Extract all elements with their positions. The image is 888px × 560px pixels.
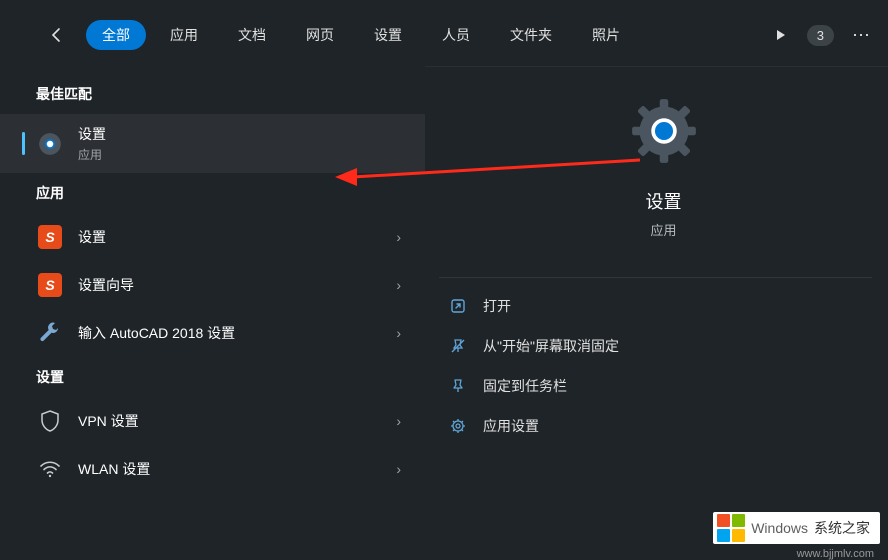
result-title: WLAN 设置 <box>78 459 396 479</box>
settings-result-row[interactable]: WLAN 设置 › <box>0 445 425 493</box>
gear-icon <box>447 415 469 437</box>
tabs-right-controls: 3 ⋯ <box>769 23 874 47</box>
tab-folders[interactable]: 文件夹 <box>494 20 568 50</box>
wrench-icon <box>36 319 64 347</box>
action-pin-taskbar[interactable]: 固定到任务栏 <box>439 366 888 406</box>
result-subtitle: 应用 <box>78 146 411 163</box>
pin-icon <box>447 375 469 397</box>
more-button[interactable]: ⋯ <box>848 25 874 46</box>
preview-hero: 设置 应用 <box>439 87 888 265</box>
result-title: 设置 <box>78 227 396 247</box>
play-icon <box>775 29 787 41</box>
tab-people[interactable]: 人员 <box>426 20 486 50</box>
settings-result-row[interactable]: VPN 设置 › <box>0 397 425 445</box>
preview-subtitle: 应用 <box>439 220 888 239</box>
app-result-row[interactable]: 输入 AutoCAD 2018 设置 › <box>0 309 425 357</box>
best-match-result[interactable]: 设置 应用 <box>0 114 425 173</box>
filter-tabs-row: 全部 应用 文档 网页 设置 人员 文件夹 照片 3 ⋯ <box>0 12 888 66</box>
section-settings: 设置 <box>0 357 425 397</box>
content-columns: 最佳匹配 设置 应用 应用 S 设置 › S 设置向导 › <box>0 66 888 544</box>
chevron-right-icon: › <box>396 413 401 429</box>
preview-pane: 设置 应用 打开 从"开始"屏幕取消固定 固定到任务栏 <box>425 66 888 544</box>
windows-logo-icon <box>717 514 745 542</box>
watermark-suffix: 系统之家 <box>814 518 870 538</box>
sogou-icon: S <box>36 223 64 251</box>
sogou-icon: S <box>36 271 64 299</box>
watermark-url: www.bjjmlv.com <box>797 548 874 560</box>
action-label: 从"开始"屏幕取消固定 <box>483 336 619 356</box>
result-title: VPN 设置 <box>78 411 396 431</box>
results-list: 最佳匹配 设置 应用 应用 S 设置 › S 设置向导 › <box>0 66 425 544</box>
chevron-right-icon: › <box>396 277 401 293</box>
watermark: Windows 系统之家 <box>713 512 880 544</box>
action-open[interactable]: 打开 <box>439 286 888 326</box>
app-result-row[interactable]: S 设置 › <box>0 213 425 261</box>
action-unpin-start[interactable]: 从"开始"屏幕取消固定 <box>439 326 888 366</box>
tab-all[interactable]: 全部 <box>86 20 146 50</box>
tab-apps[interactable]: 应用 <box>154 20 214 50</box>
result-title: 设置 <box>78 124 411 144</box>
ellipsis-icon: ⋯ <box>852 25 870 45</box>
back-button[interactable] <box>44 22 70 48</box>
action-label: 固定到任务栏 <box>483 376 567 396</box>
tab-photos[interactable]: 照片 <box>576 20 636 50</box>
arrow-left-icon <box>49 27 65 43</box>
open-icon <box>447 295 469 317</box>
action-app-settings[interactable]: 应用设置 <box>439 406 888 446</box>
watermark-brand: Windows <box>751 520 808 536</box>
section-best-match: 最佳匹配 <box>0 74 425 114</box>
tab-web[interactable]: 网页 <box>290 20 350 50</box>
gear-icon <box>630 97 698 165</box>
section-apps: 应用 <box>0 173 425 213</box>
wifi-icon <box>36 455 64 483</box>
gear-icon <box>36 130 64 158</box>
count-badge: 3 <box>807 25 834 46</box>
action-label: 应用设置 <box>483 416 539 436</box>
tab-settings[interactable]: 设置 <box>358 20 418 50</box>
search-results-panel: 全部 应用 文档 网页 设置 人员 文件夹 照片 3 ⋯ 最佳匹配 <box>0 0 888 548</box>
divider <box>439 277 872 278</box>
action-label: 打开 <box>483 296 511 316</box>
result-title: 输入 AutoCAD 2018 设置 <box>78 323 396 343</box>
preview-title: 设置 <box>439 188 888 214</box>
tab-docs[interactable]: 文档 <box>222 20 282 50</box>
result-title: 设置向导 <box>78 275 396 295</box>
play-button[interactable] <box>769 23 793 47</box>
shield-icon <box>36 407 64 435</box>
chevron-right-icon: › <box>396 461 401 477</box>
chevron-right-icon: › <box>396 325 401 341</box>
app-result-row[interactable]: S 设置向导 › <box>0 261 425 309</box>
unpin-icon <box>447 335 469 357</box>
chevron-right-icon: › <box>396 229 401 245</box>
